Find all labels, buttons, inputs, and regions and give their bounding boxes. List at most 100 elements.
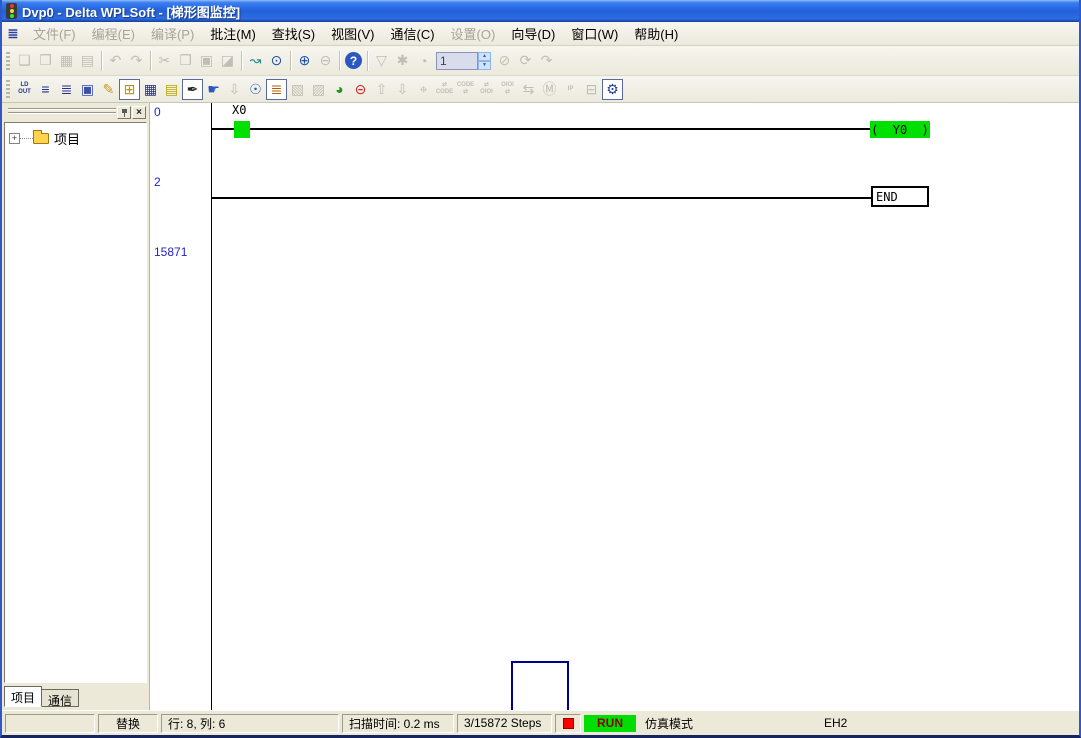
open-file-icon: ❒ bbox=[35, 50, 56, 71]
ladder-editor[interactable]: 0 2 15871 X0 ( Y0 ) END bbox=[150, 103, 1079, 710]
steps-stepper[interactable]: ▲ ▼ bbox=[478, 52, 491, 70]
menu-search[interactable]: 查找(S) bbox=[264, 21, 323, 46]
sfc-view-icon[interactable]: ⊞ bbox=[119, 79, 140, 100]
monitor-window-icon: ⊟ bbox=[581, 79, 602, 100]
ladder-view-icon[interactable]: ≡ bbox=[35, 79, 56, 100]
toolbar-separator bbox=[339, 51, 340, 71]
device-monitor-icon[interactable]: ▣ bbox=[77, 79, 98, 100]
simulator-icon[interactable]: ⚙ bbox=[602, 79, 623, 100]
pin-icon bbox=[121, 108, 128, 117]
undo-icon: ↶ bbox=[105, 50, 126, 71]
find-m-device-icon: Ⓜ bbox=[539, 79, 560, 100]
find-ip-icon: IP bbox=[560, 79, 581, 100]
download-program-icon: ⇩ bbox=[392, 79, 413, 100]
spinner-up-icon[interactable]: ▲ bbox=[478, 52, 491, 61]
plc-toolbar-buttons: LD OUT≡≣▣✎⊞▦▤✒☛⇩☉≣▧▨◕⊝⇧⇩⌖⇄ CODECODE ⇄⇄ O… bbox=[14, 79, 623, 100]
device-table-icon[interactable]: ▦ bbox=[140, 79, 161, 100]
ladder-cursor bbox=[511, 661, 569, 710]
menu-bar: ≣ 文件(F)编程(E)编译(P)批注(M)查找(S)视图(V)通信(C)设置(… bbox=[2, 22, 1079, 46]
instruction-view-icon[interactable]: ≣ bbox=[56, 79, 77, 100]
menu-comment[interactable]: 批注(M) bbox=[202, 21, 264, 46]
standard-toolbar-buttons-2: ⊘⟳↷ bbox=[494, 50, 557, 71]
menu-view[interactable]: 视图(V) bbox=[323, 21, 382, 46]
end-instruction[interactable]: END bbox=[871, 186, 929, 207]
coil-y0-energized[interactable]: ( Y0 ) bbox=[870, 121, 930, 138]
refresh-icon: ⟳ bbox=[515, 50, 536, 71]
upload-program-icon: ⇧ bbox=[371, 79, 392, 100]
menu-window[interactable]: 窗口(W) bbox=[563, 21, 626, 46]
erase-icon: ◪ bbox=[217, 50, 238, 71]
toolbar-separator bbox=[290, 51, 291, 71]
code-to-ladder-icon: CODE ⇄ bbox=[455, 79, 476, 100]
redo-icon: ↷ bbox=[126, 50, 147, 71]
stop-plc-icon[interactable]: ⊝ bbox=[350, 79, 371, 100]
ladder-window-icon[interactable]: ≣ bbox=[4, 26, 22, 42]
run-plc-icon[interactable]: ◕ bbox=[329, 79, 350, 100]
download-comment-icon: ⇩ bbox=[224, 79, 245, 100]
menu-comm[interactable]: 通信(C) bbox=[382, 21, 442, 46]
menu-wizard[interactable]: 向导(D) bbox=[503, 21, 563, 46]
step-run-icon: ↷ bbox=[536, 50, 557, 71]
find-icon[interactable]: ⊙ bbox=[266, 50, 287, 71]
toolbar-separator bbox=[367, 51, 368, 71]
status-bar: 替换 行: 8, 列: 6 扫描时间: 0.2 ms 3/15872 Steps… bbox=[2, 710, 1079, 735]
tree-expand-icon[interactable]: + bbox=[9, 133, 20, 144]
menu-compile: 编译(P) bbox=[143, 21, 202, 46]
run-status-badge: RUN bbox=[584, 715, 636, 732]
toolbar-separator bbox=[101, 51, 102, 71]
contact-x0-energized[interactable] bbox=[234, 121, 250, 138]
status-plc-model: EH2 bbox=[818, 714, 1076, 733]
panel-tabs: 项目 通信 bbox=[4, 685, 79, 707]
select-device-icon[interactable]: ☛ bbox=[203, 79, 224, 100]
ladder-monitor-icon[interactable]: ≣ bbox=[266, 79, 287, 100]
program-compare-icon: ⇆ bbox=[518, 79, 539, 100]
stop-indicator-icon[interactable] bbox=[563, 718, 574, 729]
print-icon: ▤ bbox=[77, 50, 98, 71]
rung-line bbox=[211, 128, 870, 130]
panel-close-button[interactable]: × bbox=[132, 106, 146, 119]
pin-button[interactable] bbox=[117, 106, 131, 119]
rung-line bbox=[211, 197, 871, 199]
snapshot-icon: ▧ bbox=[287, 79, 308, 100]
scan-time-icon: ◔ bbox=[413, 50, 434, 71]
project-options-icon: ✱ bbox=[392, 50, 413, 71]
wplsoft-window: Dvp0 - Delta WPLSoft - [梯形图监控] ≣ 文件(F)编程… bbox=[0, 0, 1081, 738]
status-edit-mode: 替换 bbox=[98, 714, 158, 733]
contact-device-label: X0 bbox=[232, 103, 246, 117]
copy-icon: ❐ bbox=[175, 50, 196, 71]
status-empty bbox=[5, 714, 95, 733]
help-icon[interactable]: ? bbox=[345, 52, 362, 69]
tab-communication[interactable]: 通信 bbox=[42, 689, 79, 707]
cut-icon: ✂ bbox=[154, 50, 175, 71]
status-cursor-position: 行: 8, 列: 6 bbox=[161, 714, 339, 733]
project-panel: × + 项目 项目 通信 bbox=[2, 103, 150, 710]
toolbar-grip[interactable] bbox=[6, 52, 10, 70]
left-power-rail bbox=[211, 103, 212, 710]
monitor-edit-pen-icon[interactable]: ✒ bbox=[182, 79, 203, 100]
menu-help[interactable]: 帮助(H) bbox=[626, 21, 686, 46]
edit-mode-icon[interactable]: ✎ bbox=[98, 79, 119, 100]
tab-project[interactable]: 项目 bbox=[4, 686, 42, 707]
standard-toolbar: ❏❒▦▤↶↷✂❐▣◪↝⊙⊕⊖?▽✱◔ ▲ ▼ ⊘⟳↷ bbox=[2, 46, 1079, 76]
ld-out-instruction-icon[interactable]: LD OUT bbox=[14, 79, 35, 100]
spinner-down-icon[interactable]: ▼ bbox=[478, 61, 491, 70]
plc-toolbar: LD OUT≡≣▣✎⊞▦▤✒☛⇩☉≣▧▨◕⊝⇧⇩⌖⇄ CODECODE ⇄⇄ O… bbox=[2, 76, 1079, 103]
menu-items: 文件(F)编程(E)编译(P)批注(M)查找(S)视图(V)通信(C)设置(O)… bbox=[25, 21, 686, 46]
ladder-to-stl-icon: ⇄ OIOI bbox=[476, 79, 497, 100]
tree-node-project[interactable]: + 项目 bbox=[9, 129, 146, 148]
toolbar-separator bbox=[150, 51, 151, 71]
status-steps: 3/15872 Steps bbox=[457, 714, 552, 733]
snapshot-alt-icon: ▨ bbox=[308, 79, 329, 100]
print-preview-icon: ▽ bbox=[371, 50, 392, 71]
hint-icon[interactable]: ☉ bbox=[245, 79, 266, 100]
tree-dotline bbox=[20, 138, 33, 139]
comment-icon[interactable]: ▤ bbox=[161, 79, 182, 100]
panel-grip[interactable] bbox=[8, 108, 116, 116]
row-number: 2 bbox=[154, 175, 161, 189]
ladder-to-code-icon: ⇄ CODE bbox=[434, 79, 455, 100]
goto-icon[interactable]: ↝ bbox=[245, 50, 266, 71]
zoom-in-icon[interactable]: ⊕ bbox=[294, 50, 315, 71]
stop-scan-icon: ⊘ bbox=[494, 50, 515, 71]
stl-to-ladder-icon: OIOI ⇄ bbox=[497, 79, 518, 100]
toolbar-grip[interactable] bbox=[6, 80, 10, 98]
